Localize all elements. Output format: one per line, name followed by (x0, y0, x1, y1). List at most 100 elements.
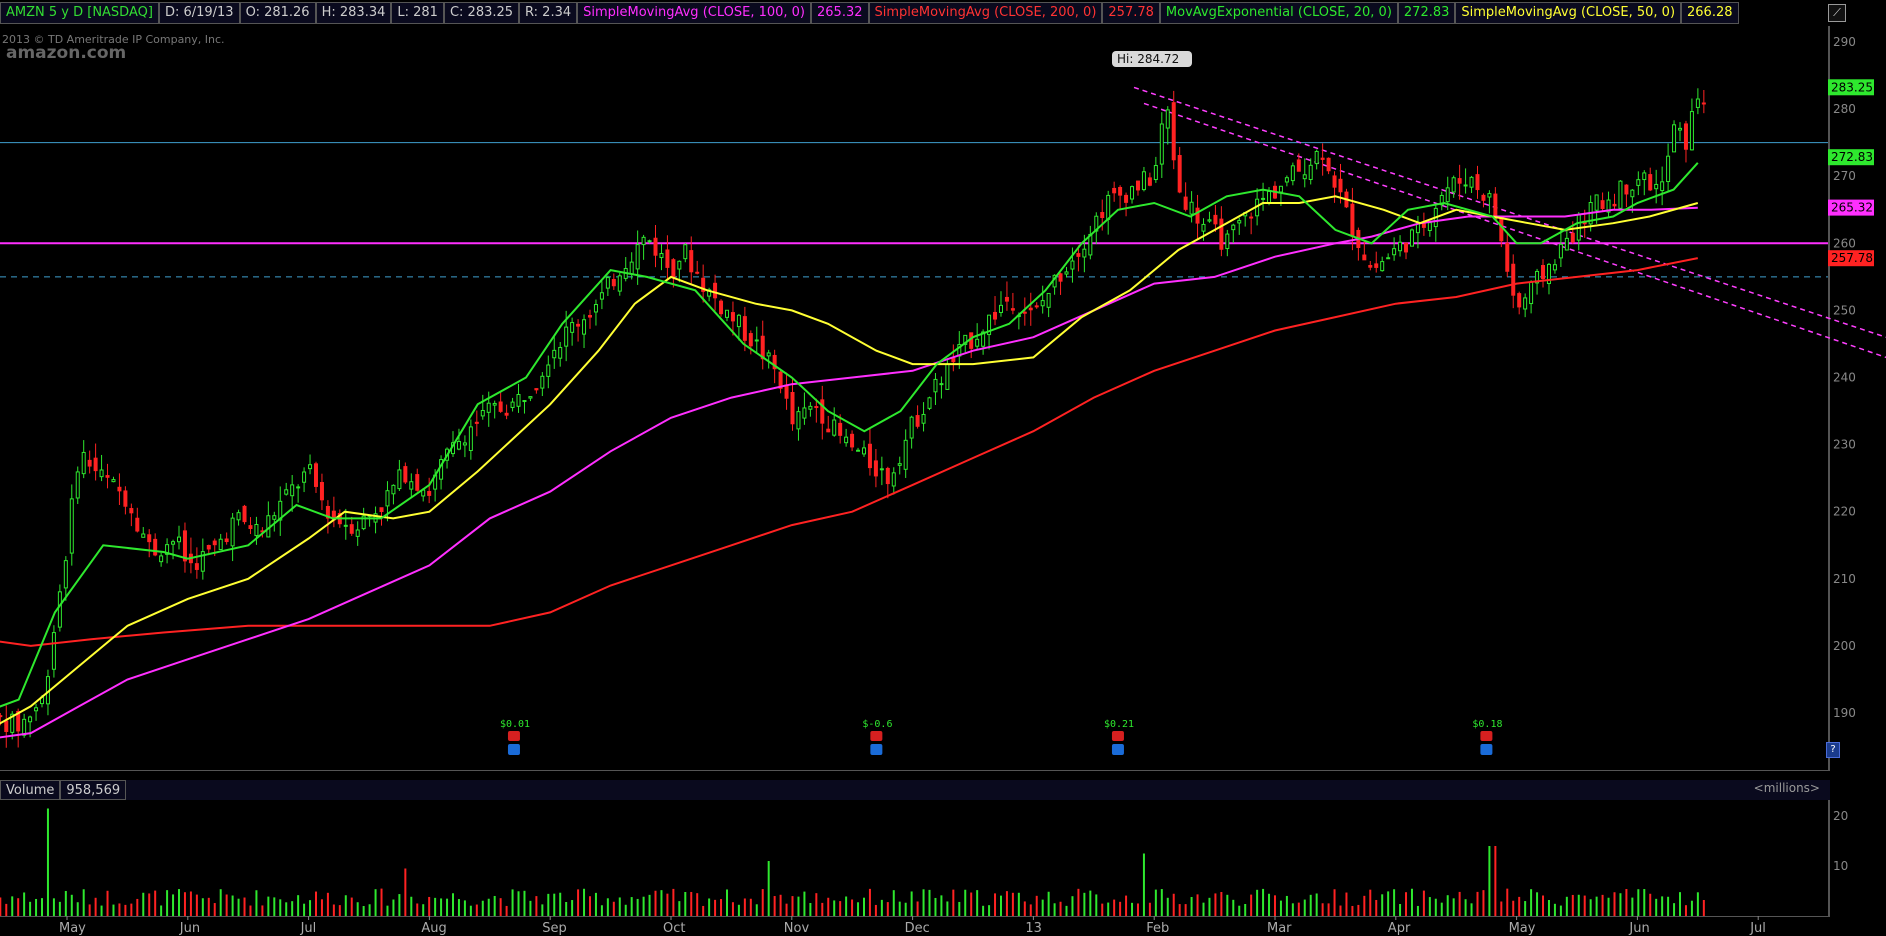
candle-body (409, 481, 414, 490)
candle-body (1296, 159, 1301, 172)
study-sma200-label[interactable]: SimpleMovingAvg (CLOSE, 200, 0) (868, 2, 1103, 24)
candle-body (1159, 123, 1164, 165)
candle-body (689, 250, 694, 273)
candle-body (75, 471, 80, 499)
candle-body (1558, 243, 1563, 259)
volume-units: <millions> (1753, 781, 1820, 795)
candle-body (1642, 172, 1647, 181)
candle-body (1004, 296, 1009, 302)
candle-body (873, 460, 878, 477)
candle-body (1034, 305, 1039, 308)
candle-body (1302, 174, 1307, 180)
study-ema20-label[interactable]: MovAvgExponential (CLOSE, 20, 0) (1159, 2, 1398, 24)
candle-body (790, 391, 795, 425)
candle-body (194, 563, 199, 570)
candle-body (945, 363, 950, 390)
candle-body (1409, 229, 1414, 247)
price-axis-border (1828, 26, 1830, 770)
candle-body (677, 260, 682, 270)
candle-body (576, 323, 581, 327)
volume-bottom-border (0, 916, 1830, 917)
trend-channel-lower (1143, 102, 1886, 359)
candle-body (218, 538, 223, 551)
candle-body (897, 463, 902, 466)
candle-body (736, 314, 741, 328)
candle-body (719, 300, 724, 315)
candle-body (891, 472, 896, 487)
candle-body (939, 383, 944, 386)
candle-body (903, 439, 908, 470)
dividend-info-icon (507, 744, 520, 755)
x-tick-label: Jul (300, 921, 317, 936)
symbol-label[interactable]: AMZN 5 y D [NASDAQ] (0, 2, 159, 24)
candle-body (1666, 155, 1671, 183)
earnings-phone-icon (1480, 731, 1493, 741)
amazon-logo: amazon.com (6, 43, 127, 63)
y-tick-label: 230 (1833, 438, 1856, 452)
earnings-phone-icon (870, 731, 883, 741)
candle-body (117, 486, 122, 492)
volume-header: Volume 958,569 (0, 780, 127, 800)
candle-body (1332, 175, 1337, 188)
candle-body (1386, 257, 1391, 260)
volume-header-bar (0, 780, 1830, 800)
candle-body (1165, 109, 1170, 129)
candle-body (69, 498, 74, 554)
candle-body (861, 447, 866, 455)
candle-body (844, 436, 849, 444)
candle-body (570, 322, 575, 333)
earnings-phone-icon (1111, 731, 1124, 741)
range-label: R: 2.34 (519, 2, 578, 24)
earnings-label: $0.18 (1472, 719, 1502, 730)
candle-body (1261, 197, 1266, 200)
x-tick-label: Apr (1388, 921, 1411, 936)
candle-body (171, 541, 176, 545)
candle-body (1523, 297, 1528, 310)
candle-body (1570, 232, 1575, 243)
candle-body (349, 524, 354, 534)
draw-tool-icon[interactable]: ⟋ (1828, 4, 1846, 22)
candle-body (212, 540, 217, 546)
candle-body (528, 396, 533, 399)
candle-body (4, 720, 9, 732)
x-tick-label: May (1509, 921, 1536, 936)
candle-body (856, 449, 861, 452)
study-sma100-value: 265.32 (811, 2, 869, 24)
candle-body (784, 384, 789, 399)
candle-body (629, 261, 634, 275)
candle-body (1010, 308, 1015, 311)
candle-body (1124, 194, 1129, 203)
candle-body (1529, 281, 1534, 305)
candle-body (397, 469, 402, 490)
candle-body (1398, 241, 1403, 252)
candle-body (587, 315, 592, 318)
candle-body (1070, 260, 1075, 270)
candle-body (909, 416, 914, 439)
study-sma200-value: 257.78 (1102, 2, 1160, 24)
help-icon[interactable]: ? (1826, 742, 1840, 758)
candle-body (1308, 164, 1313, 180)
study-sma100-label[interactable]: SimpleMovingAvg (CLOSE, 100, 0) (577, 2, 812, 24)
candle-body (1421, 223, 1426, 228)
earnings-label: $0.01 (500, 719, 530, 730)
study-sma50-label[interactable]: SimpleMovingAvg (CLOSE, 50, 0) (1455, 2, 1682, 24)
candle-body (1183, 196, 1188, 210)
candle-body (1683, 123, 1688, 150)
candle-body (1618, 180, 1623, 209)
candle-body (599, 292, 604, 300)
ema20-line (0, 162, 1699, 708)
candle-body (468, 426, 473, 452)
price-bottom-border (0, 770, 1830, 771)
high-label: H: 283.34 (315, 2, 392, 24)
x-tick-label: Sep (542, 921, 567, 936)
y-tick-label: 240 (1833, 371, 1856, 385)
earnings-label: $0.21 (1104, 719, 1134, 730)
candle-body (230, 517, 235, 547)
candle-body (659, 253, 664, 259)
candle-body (51, 632, 56, 670)
candle-body (177, 536, 182, 543)
low-label: L: 281 (391, 2, 444, 24)
y-tick-label: 270 (1833, 169, 1856, 183)
candle-body (641, 236, 646, 246)
x-tick-label: 13 (1025, 921, 1042, 936)
